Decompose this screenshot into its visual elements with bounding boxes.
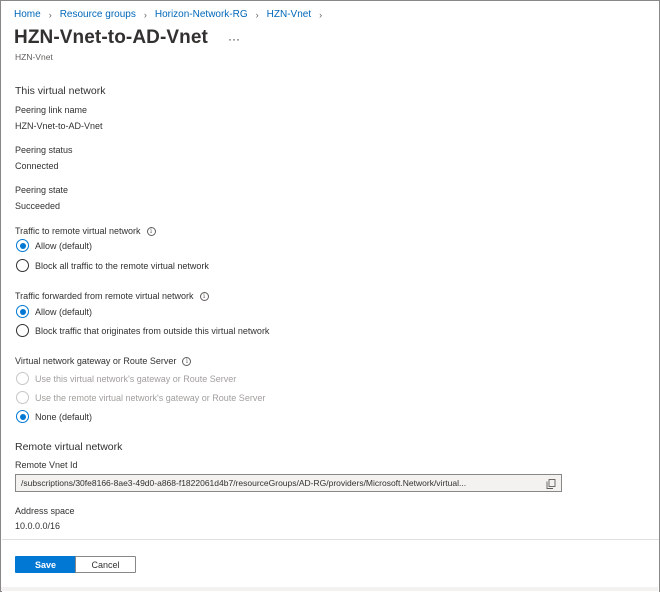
radio-button[interactable] xyxy=(16,305,29,318)
remote-vnet-id-label: Remote Vnet Id xyxy=(15,460,78,470)
radio-button[interactable] xyxy=(16,259,29,272)
radio-gateway-none[interactable]: None (default) xyxy=(16,410,92,423)
radio-button[interactable] xyxy=(16,324,29,337)
radio-traffic-to-remote-allow[interactable]: Allow (default) xyxy=(16,239,92,252)
page-title: HZN-Vnet-to-AD-Vnet xyxy=(14,27,208,48)
radio-button[interactable] xyxy=(16,239,29,252)
radio-label: Use the remote virtual network's gateway… xyxy=(35,392,266,403)
blade-panel: Home › Resource groups › Horizon-Network… xyxy=(0,0,660,592)
info-icon[interactable]: i xyxy=(146,227,156,237)
copy-icon[interactable] xyxy=(546,479,556,489)
radio-button xyxy=(16,372,29,385)
cancel-button[interactable]: Cancel xyxy=(75,556,136,573)
chevron-right-icon: › xyxy=(255,9,259,20)
peering-state-label: Peering state xyxy=(15,185,69,195)
breadcrumb-resource-groups[interactable]: Resource groups xyxy=(60,9,136,20)
chevron-right-icon: › xyxy=(48,9,52,20)
chevron-right-icon: › xyxy=(143,9,147,20)
chevron-right-icon: › xyxy=(319,9,323,20)
radio-gateway-use-remote: Use the remote virtual network's gateway… xyxy=(16,391,265,404)
page-subtitle: HZN-Vnet xyxy=(15,52,53,62)
remote-vnet-id-field[interactable]: /subscriptions/30fe8166-8ae3-49d0-a868-f… xyxy=(15,474,562,492)
traffic-to-remote-label-text: Traffic to remote virtual network xyxy=(15,226,141,236)
breadcrumb-home[interactable]: Home xyxy=(14,9,41,20)
radio-label: Allow (default) xyxy=(35,240,93,251)
radio-label: Block all traffic to the remote virtual … xyxy=(35,260,209,271)
remote-vnet-id-value: /subscriptions/30fe8166-8ae3-49d0-a868-f… xyxy=(21,478,467,488)
radio-gateway-use-this: Use this virtual network's gateway or Ro… xyxy=(16,372,236,385)
info-icon[interactable]: i xyxy=(199,292,209,302)
peering-link-name-value: HZN-Vnet-to-AD-Vnet xyxy=(15,121,103,131)
breadcrumb: Home › Resource groups › Horizon-Network… xyxy=(14,9,330,20)
horizontal-scrollbar[interactable] xyxy=(1,587,658,591)
radio-button[interactable] xyxy=(16,410,29,423)
peering-link-name-label: Peering link name xyxy=(15,105,88,115)
section-heading-this-network: This virtual network xyxy=(15,85,106,97)
radio-label: Block traffic that originates from outsi… xyxy=(35,325,270,336)
section-heading-remote-network: Remote virtual network xyxy=(15,441,123,453)
peering-status-value: Connected xyxy=(15,161,59,171)
breadcrumb-resource-group[interactable]: Horizon-Network-RG xyxy=(155,9,248,20)
traffic-to-remote-label: Traffic to remote virtual network i xyxy=(15,226,156,237)
more-options-icon[interactable]: ··· xyxy=(228,32,240,46)
radio-traffic-forwarded-allow[interactable]: Allow (default) xyxy=(16,305,92,318)
radio-label: Allow (default) xyxy=(35,306,93,317)
radio-traffic-forwarded-block[interactable]: Block traffic that originates from outsi… xyxy=(16,324,269,337)
gateway-label-text: Virtual network gateway or Route Server xyxy=(15,356,177,366)
info-icon[interactable]: i xyxy=(182,357,192,367)
title-row: HZN-Vnet-to-AD-Vnet ··· xyxy=(14,27,240,49)
traffic-forwarded-label: Traffic forwarded from remote virtual ne… xyxy=(15,291,209,302)
radio-traffic-to-remote-block[interactable]: Block all traffic to the remote virtual … xyxy=(16,259,209,272)
peering-status-label: Peering status xyxy=(15,145,73,155)
breadcrumb-vnet[interactable]: HZN-Vnet xyxy=(267,9,311,20)
address-space-label: Address space xyxy=(15,506,75,516)
radio-label: Use this virtual network's gateway or Ro… xyxy=(35,373,237,384)
peering-state-value: Succeeded xyxy=(15,201,61,211)
traffic-forwarded-label-text: Traffic forwarded from remote virtual ne… xyxy=(15,291,194,301)
save-button[interactable]: Save xyxy=(15,556,76,573)
radio-label: None (default) xyxy=(35,411,93,422)
radio-button xyxy=(16,391,29,404)
gateway-label: Virtual network gateway or Route Server i xyxy=(15,356,192,367)
address-space-value: 10.0.0.0/16 xyxy=(15,521,61,531)
